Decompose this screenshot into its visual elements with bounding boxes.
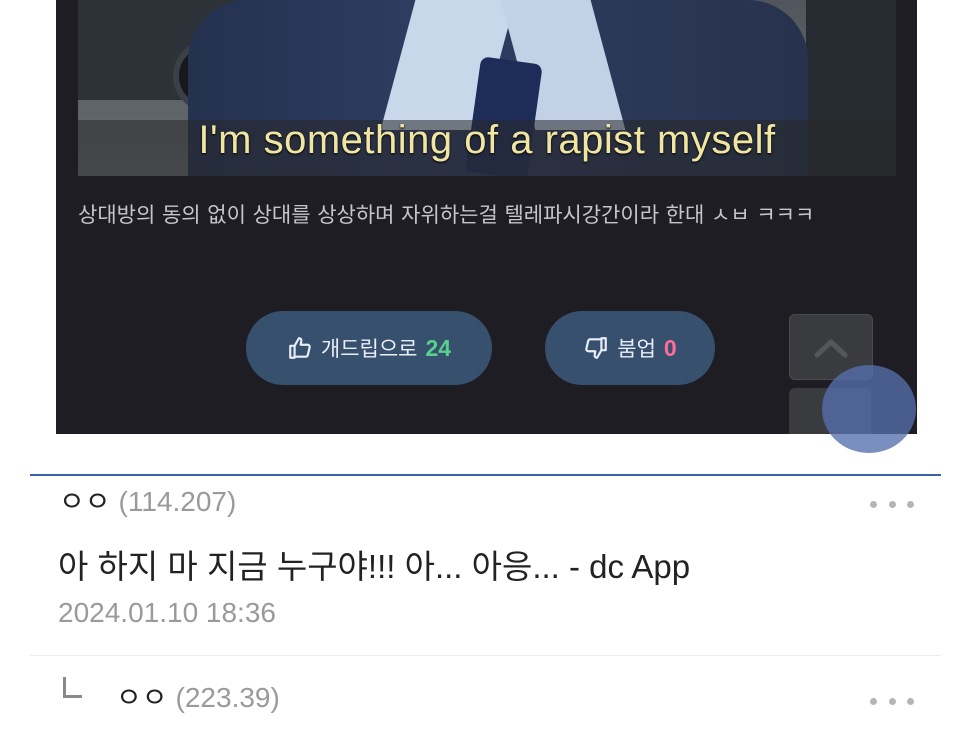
- image-caption: I'm something of a rapist myself: [198, 118, 776, 162]
- comment-date: 2024.01.10 18:36: [58, 597, 276, 628]
- post-body-text: 상대방의 동의 없이 상대를 상상하며 자위하는걸 텔레파시강간이라 한대 ㅅㅂ…: [78, 203, 815, 227]
- thumbs-up-icon: [289, 337, 311, 359]
- comment-ip: (114.207): [118, 486, 237, 517]
- downvote-label: 붐업: [617, 337, 656, 361]
- chevron-up-icon: [814, 339, 848, 358]
- upvote-button[interactable]: 개드립으로 24: [246, 311, 492, 385]
- reply-ip: (223.39): [175, 682, 280, 713]
- reply-marker-icon: [63, 677, 82, 698]
- comment-divider: [30, 655, 941, 656]
- dot: [870, 697, 877, 705]
- more-options-icon[interactable]: [870, 499, 914, 509]
- dot: [888, 500, 896, 508]
- comment-header: ㅇㅇ (114.207): [59, 480, 236, 520]
- dot: [907, 697, 914, 705]
- downvote-count: 0: [663, 334, 677, 361]
- reply-author[interactable]: ㅇㅇ: [116, 676, 168, 716]
- post-card: I'm something of a rapist myself 상대방의 동의…: [56, 0, 917, 434]
- floating-touch-indicator: [822, 365, 916, 453]
- dot: [888, 697, 896, 705]
- post-image: I'm something of a rapist myself: [78, 0, 896, 176]
- reply-more-options-icon[interactable]: [870, 696, 914, 706]
- thumbs-down-icon: [585, 337, 608, 359]
- dot: [870, 500, 877, 508]
- upvote-label: 개드립으로: [320, 337, 418, 361]
- dot: [907, 500, 914, 508]
- upvote-count: 24: [425, 334, 452, 361]
- downvote-button[interactable]: 붐업 0: [545, 311, 715, 385]
- comment-author[interactable]: ㅇㅇ: [59, 480, 111, 520]
- comment-section-divider: [30, 474, 941, 476]
- comment-text: 아 하지 마 지금 누구야!!! 아... 아응... - dc App: [58, 548, 691, 585]
- reply-header: ㅇㅇ (223.39): [116, 676, 280, 716]
